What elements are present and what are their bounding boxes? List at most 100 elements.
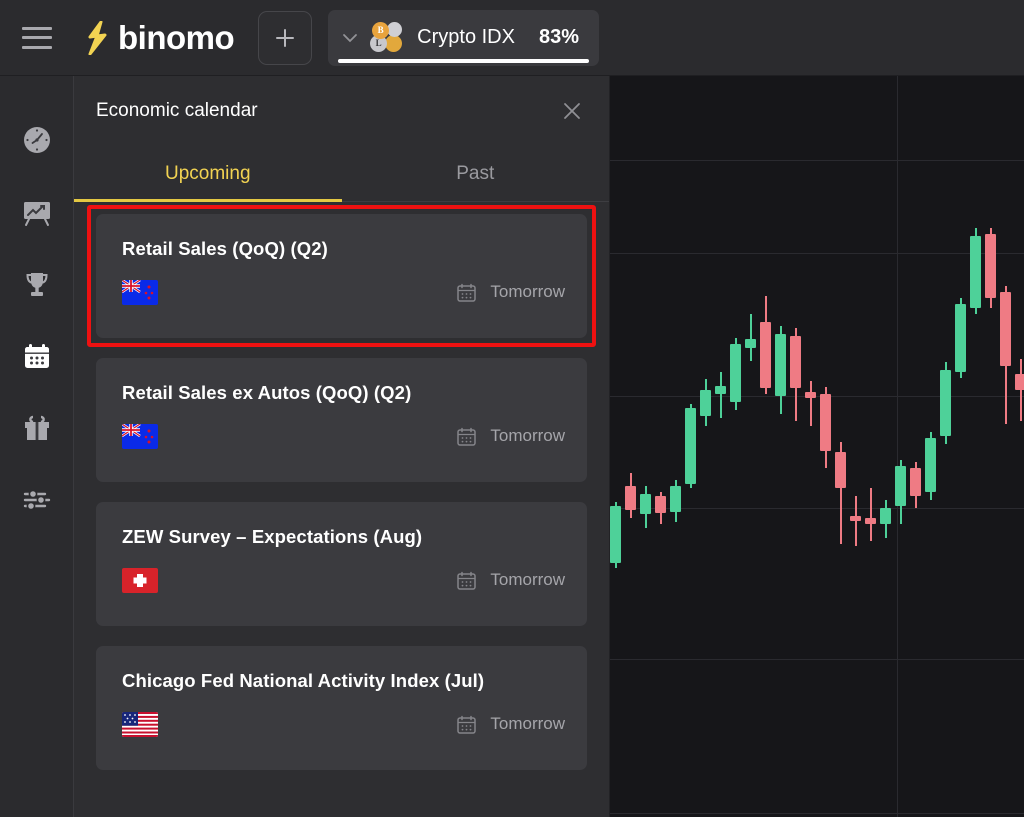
event-meta-row: Tomorrow <box>122 566 565 594</box>
hamburger-icon[interactable] <box>22 26 52 49</box>
sidebar-item-gifts[interactable] <box>15 406 59 450</box>
candle-up <box>700 76 711 817</box>
candle-body <box>820 394 831 451</box>
hamburger-line <box>22 26 52 30</box>
event-date: Tomorrow <box>456 570 565 591</box>
candle-up <box>685 76 696 817</box>
candle-up <box>715 76 726 817</box>
hamburger-line <box>22 45 52 49</box>
gift-icon <box>24 415 49 440</box>
tab-active-indicator <box>74 199 342 202</box>
candle-body <box>835 452 846 488</box>
candle-down <box>655 76 666 817</box>
candle-down <box>820 76 831 817</box>
candle-body <box>925 438 936 492</box>
asset-tab-active-underline <box>338 58 589 63</box>
candle-body <box>655 496 666 513</box>
flag-switzerland-icon <box>122 567 158 593</box>
candlestick-chart[interactable] <box>610 76 1024 817</box>
close-icon[interactable] <box>559 98 585 124</box>
add-asset-button[interactable] <box>258 10 313 65</box>
left-icon-rail <box>0 76 74 817</box>
candle-down <box>985 76 996 817</box>
candle-up <box>880 76 891 817</box>
candle-body <box>880 508 891 524</box>
event-card[interactable]: Chicago Fed National Activity Index (Jul… <box>96 646 587 770</box>
calendar-icon <box>457 283 477 302</box>
candle-down <box>865 76 876 817</box>
brand-name: binomo <box>118 19 235 56</box>
plus-icon <box>276 28 295 47</box>
ripple-coin-icon <box>385 34 403 52</box>
event-list: Retail Sales (QoQ) (Q2) Tomorrow Retail … <box>74 202 609 817</box>
candle-body <box>790 336 801 388</box>
event-card[interactable]: Retail Sales (QoQ) (Q2) Tomorrow <box>87 205 596 347</box>
economic-calendar-panel: Economic calendar Upcoming Past Retail S… <box>74 76 610 817</box>
candle-body <box>895 466 906 506</box>
chevron-down-icon[interactable] <box>340 28 360 48</box>
candle-down <box>1000 76 1011 817</box>
candle-up <box>640 76 651 817</box>
sidebar-item-tournaments[interactable] <box>15 262 59 306</box>
candle-down <box>910 76 921 817</box>
chart-board-icon <box>23 202 50 226</box>
candle-down <box>835 76 846 817</box>
candle-down <box>1015 76 1024 817</box>
event-meta-row: Tomorrow <box>122 278 565 306</box>
calendar-icon <box>457 715 477 734</box>
candle-body <box>910 468 921 496</box>
candle-body <box>955 304 966 372</box>
candle-wick <box>869 488 872 541</box>
event-when-label: Tomorrow <box>490 714 565 733</box>
candle-up <box>745 76 756 817</box>
calendar-icon <box>457 571 477 590</box>
hamburger-line <box>22 36 52 39</box>
candle-up <box>610 76 621 817</box>
panel-header: Economic calendar <box>74 76 609 146</box>
candle-body <box>685 408 696 484</box>
candle-down <box>760 76 771 817</box>
tab-past[interactable]: Past <box>342 146 610 202</box>
binomo-bolt-logo-icon <box>88 20 107 55</box>
event-card[interactable]: ZEW Survey – Expectations (Aug) Tomorrow <box>96 502 587 626</box>
candle-up <box>670 76 681 817</box>
event-date: Tomorrow <box>456 426 565 447</box>
candle-down <box>805 76 816 817</box>
candle-body <box>625 486 636 510</box>
event-when-label: Tomorrow <box>490 426 565 445</box>
candle-wick <box>854 496 857 546</box>
candle-body <box>940 370 951 436</box>
candle-body <box>730 344 741 402</box>
candle-up <box>730 76 741 817</box>
candle-body <box>715 386 726 394</box>
asset-payout-percent: 83% <box>538 26 579 48</box>
candle-body <box>670 486 681 512</box>
bitcoin-coin-icon: B <box>372 21 390 39</box>
candle-up <box>940 76 951 817</box>
crypto-coins-icon: B L <box>370 21 404 54</box>
calendar-icon <box>457 427 477 446</box>
candle-down <box>850 76 861 817</box>
candle-up <box>955 76 966 817</box>
candle-wick <box>749 314 752 361</box>
event-card[interactable]: Retail Sales ex Autos (QoQ) (Q2) Tomorro… <box>96 358 587 482</box>
flag-new-zealand-icon <box>122 279 158 305</box>
candle-body <box>745 339 756 348</box>
brand-logo[interactable]: binomo <box>84 19 235 56</box>
event-meta-row: Tomorrow <box>122 422 565 450</box>
event-meta-row: Tomorrow <box>122 710 565 738</box>
sidebar-item-settings[interactable] <box>15 478 59 522</box>
tab-upcoming[interactable]: Upcoming <box>74 146 342 202</box>
candle-up <box>895 76 906 817</box>
sidebar-item-trade-history[interactable] <box>15 118 59 162</box>
sidebar-item-strategies[interactable] <box>15 190 59 234</box>
candle-wick <box>1019 359 1022 421</box>
candle-body <box>1015 374 1024 390</box>
asset-name: Crypto IDX <box>417 26 515 48</box>
candle-body <box>985 234 996 298</box>
sliders-icon <box>23 489 50 511</box>
asset-tab-crypto-idx[interactable]: B L Crypto IDX 83% <box>328 9 599 66</box>
event-when-label: Tomorrow <box>490 282 565 301</box>
sidebar-item-economic-calendar[interactable] <box>15 334 59 378</box>
candle-down <box>625 76 636 817</box>
